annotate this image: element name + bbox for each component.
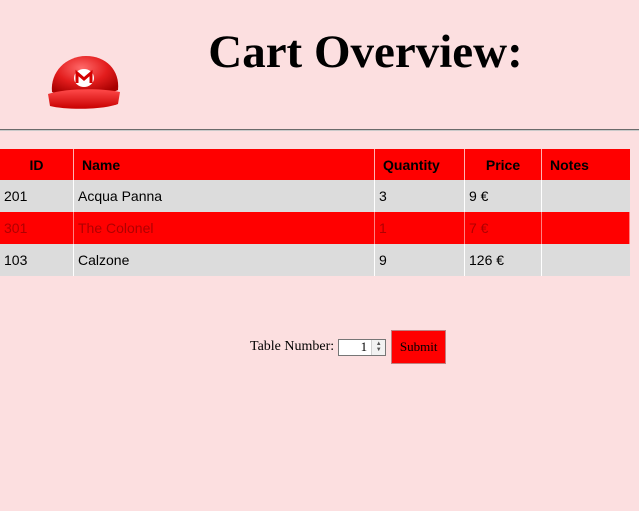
cell-quantity: 3 <box>374 180 465 212</box>
table-number-value: 1 <box>360 339 368 354</box>
cell-quantity: 9 <box>374 244 465 276</box>
table-header-row: ID Name Quantity Price Notes <box>0 149 630 180</box>
column-header-notes: Notes <box>541 149 630 180</box>
cell-notes <box>541 212 630 244</box>
cell-quantity: 1 <box>374 212 465 244</box>
header-divider <box>0 129 639 131</box>
cell-price: 9 € <box>464 180 542 212</box>
submit-button[interactable]: Submit <box>391 330 447 364</box>
spinner-arrows-icon[interactable]: ▲ ▼ <box>371 339 386 355</box>
cell-name: Acqua Panna <box>73 180 375 212</box>
cell-id: 301 <box>0 212 74 244</box>
table-row: 301 The Colonel 1 7 € <box>0 212 630 244</box>
page-title: Cart Overview: <box>208 26 523 78</box>
column-header-price: Price <box>464 149 542 180</box>
cell-notes <box>541 180 630 212</box>
cart-table: ID Name Quantity Price Notes 201 Acqua P… <box>0 149 630 276</box>
cart-page: Cart Overview: ID Name Quantity Price No… <box>0 0 639 511</box>
cell-price: 126 € <box>464 244 542 276</box>
cell-name: The Colonel <box>73 212 375 244</box>
table-number-form: Table Number: 1 ▲ ▼ Submit <box>250 330 447 364</box>
column-header-name: Name <box>73 149 375 180</box>
cell-id: 103 <box>0 244 74 276</box>
cell-id: 201 <box>0 180 74 212</box>
table-row: 103 Calzone 9 126 € <box>0 244 630 276</box>
table-number-input[interactable]: 1 ▲ ▼ <box>338 338 387 356</box>
cell-name: Calzone <box>73 244 375 276</box>
table-number-label: Table Number: <box>250 339 335 354</box>
column-header-id: ID <box>0 149 74 180</box>
cell-price: 7 € <box>464 212 542 244</box>
table-row: 201 Acqua Panna 3 9 € <box>0 180 630 212</box>
column-header-quantity: Quantity <box>374 149 465 180</box>
cell-notes <box>541 244 630 276</box>
